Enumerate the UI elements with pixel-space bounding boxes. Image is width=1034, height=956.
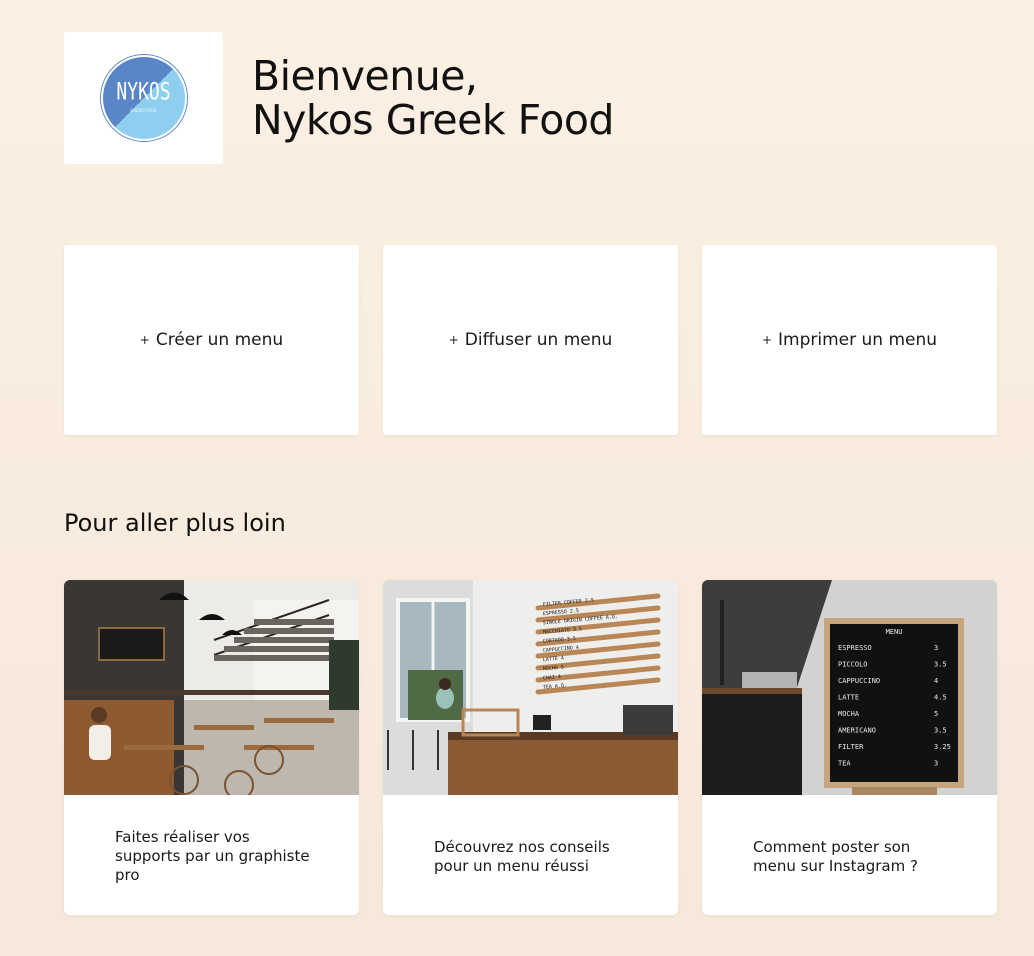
restaurant-logo: NYKOS GREEK FOOD xyxy=(64,32,223,164)
plus-icon: + xyxy=(448,333,459,347)
welcome-heading: Bienvenue, Nykos Greek Food xyxy=(252,54,614,142)
letter-board-item-price: 5 xyxy=(934,710,938,718)
article-text-tips: Découvrez nos conseils pour un menu réus… xyxy=(434,838,610,875)
letter-board-item-name: PICCOLO xyxy=(838,661,868,669)
letter-board-item-name: LATTE xyxy=(838,694,859,702)
logo-text: NYKOS xyxy=(116,77,171,106)
share-menu-button[interactable]: + Diffuser un menu xyxy=(383,245,678,435)
create-menu-label: Créer un menu xyxy=(155,330,284,350)
letter-board-item-price: 3.5 xyxy=(934,727,947,735)
logo-badge: NYKOS GREEK FOOD xyxy=(100,55,187,141)
print-menu-button[interactable]: + Imprimer un menu xyxy=(702,245,997,435)
article-card-tips[interactable]: FILTER COFFEE 2.5 ESPRESSO 2.5 SINGLE ORIG… xyxy=(383,580,678,915)
share-menu-label: Diffuser un menu xyxy=(464,330,613,350)
letter-board-item-name: CAPPUCCINO xyxy=(838,677,880,685)
article-text-instagram: Comment poster son menu sur Instagram ? xyxy=(753,838,918,875)
letter-board-item-name: MOCHA xyxy=(838,710,860,718)
letter-board-item-price: 4.5 xyxy=(934,694,947,702)
letter-board-item-name: ESPRESSO xyxy=(838,644,872,652)
welcome-line-2: Nykos Greek Food xyxy=(252,96,614,144)
letter-board-item-price: 3.25 xyxy=(934,743,951,751)
section-title: Pour aller plus loin xyxy=(64,509,286,537)
letter-board-item-name: AMERICANO xyxy=(838,727,876,735)
welcome-line-1: Bienvenue, xyxy=(252,52,478,100)
logo-subtext: GREEK FOOD xyxy=(130,107,157,113)
print-menu-label: Imprimer un menu xyxy=(778,330,938,350)
article-card-designer[interactable]: Faites réaliser vos supports par un grap… xyxy=(64,580,359,915)
letter-board-item-price: 3.5 xyxy=(934,661,947,669)
letter-board-item-name: FILTER xyxy=(838,743,864,751)
plus-icon: + xyxy=(139,333,150,347)
article-card-instagram[interactable]: MENU ESPRESSO 3 PICCOLO 3.5 CAPPUCCINO 4 LATTE… xyxy=(702,580,997,915)
article-text-designer: Faites réaliser vos supports par un grap… xyxy=(115,828,310,884)
letter-board-item-price: 3 xyxy=(934,644,938,652)
letter-board-item-price: 3 xyxy=(934,760,938,768)
coffee-bar-image: FILTER COFFEE 2.5ESPRESSO 2.5SINGLE ORIG… xyxy=(383,580,678,795)
plus-icon: + xyxy=(761,333,773,347)
create-menu-button[interactable]: + Créer un menu xyxy=(64,245,359,435)
letter-board-image: MENU ESPRESSO 3 PICCOLO 3.5 CAPPUCCINO 4 LATTE… xyxy=(702,580,997,795)
letter-board-title: MENU xyxy=(886,628,903,636)
letter-board-item-price: 4 xyxy=(934,677,938,685)
letter-board-item-name: TEA xyxy=(838,760,851,768)
cafe-interior-image xyxy=(64,580,359,795)
